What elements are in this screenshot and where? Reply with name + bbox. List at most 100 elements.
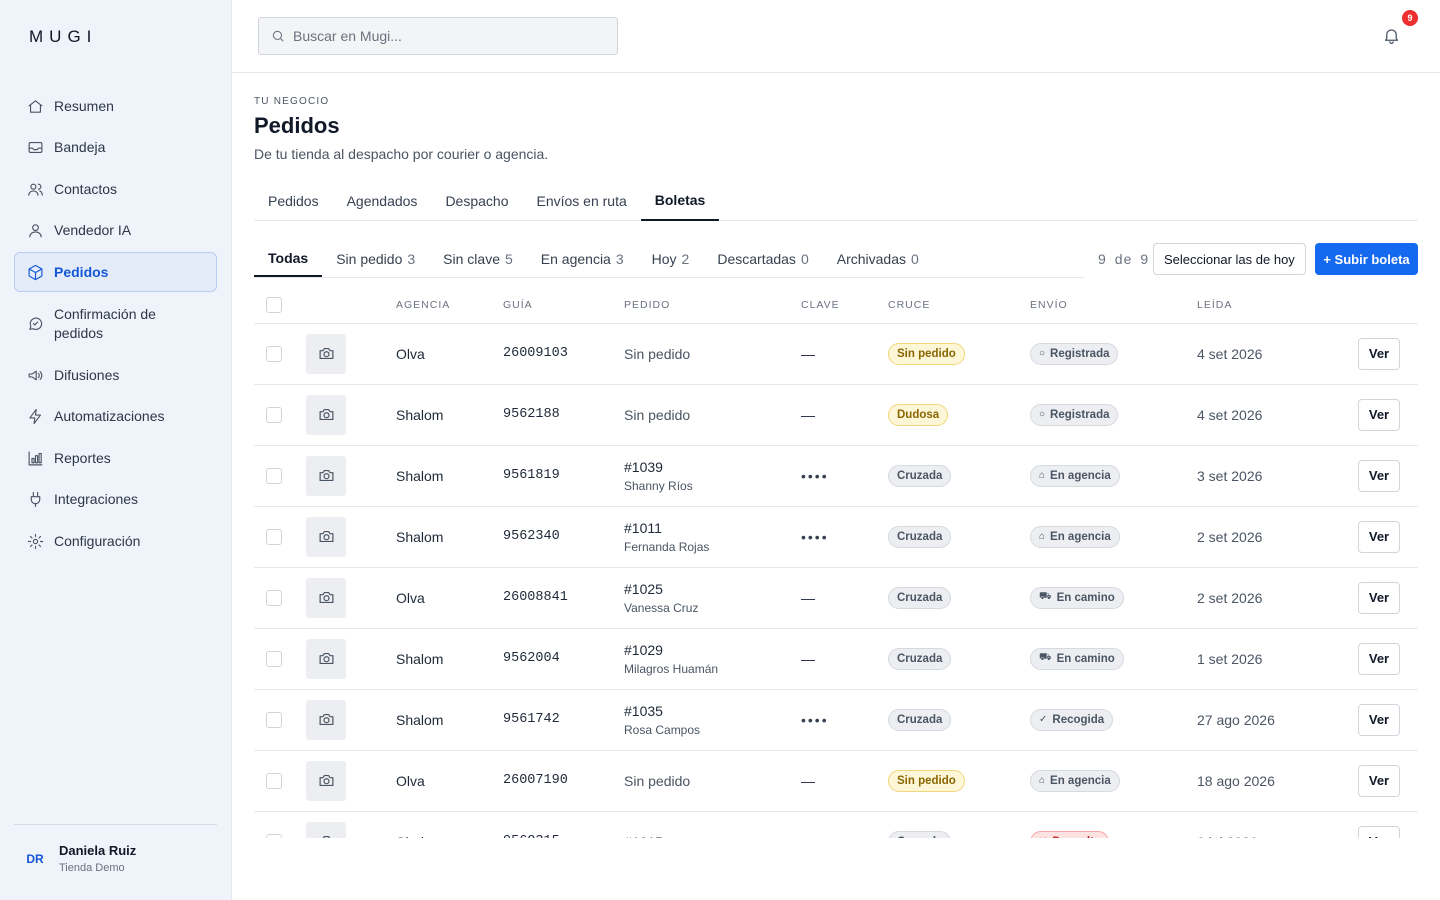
tab-boletas[interactable]: Boletas bbox=[640, 181, 720, 221]
sidebar-item-integraciones[interactable]: Integraciones bbox=[14, 480, 217, 520]
row-thumb-cell bbox=[306, 689, 396, 751]
bolt-icon bbox=[26, 408, 44, 426]
sidebar-item-pedidos[interactable]: Pedidos bbox=[14, 252, 217, 292]
tab-despacho[interactable]: Despacho bbox=[431, 181, 522, 221]
app-logo[interactable]: MUGI bbox=[29, 27, 97, 47]
shipping-badge: ⛟ En camino bbox=[1030, 586, 1124, 609]
row-checkbox[interactable] bbox=[266, 712, 282, 729]
agency-cell: Shalom bbox=[396, 384, 503, 446]
user-profile[interactable]: DR Daniela Ruiz Tienda Demo bbox=[14, 824, 217, 874]
view-button[interactable]: Ver bbox=[1358, 825, 1400, 838]
row-checkbox[interactable] bbox=[266, 651, 282, 668]
receipt-thumbnail[interactable] bbox=[306, 516, 346, 557]
receipt-thumbnail[interactable] bbox=[306, 577, 346, 618]
view-button[interactable]: Ver bbox=[1358, 642, 1400, 675]
receipt-thumbnail[interactable] bbox=[306, 699, 346, 740]
receipt-thumbnail[interactable] bbox=[306, 455, 346, 496]
receipt-thumbnail[interactable] bbox=[306, 333, 346, 374]
topbar: 9 bbox=[232, 0, 1440, 73]
row-checkbox[interactable] bbox=[266, 773, 282, 790]
shipping-status-icon: ○ bbox=[1039, 348, 1046, 359]
inbox-icon bbox=[26, 139, 44, 157]
row-checkbox[interactable] bbox=[266, 590, 282, 607]
sidebar-item-label: Pedidos bbox=[54, 263, 109, 280]
match-badge: Cruzada bbox=[888, 647, 952, 670]
row-checkbox[interactable] bbox=[266, 834, 282, 838]
sidebar-item-reportes[interactable]: Reportes bbox=[14, 438, 217, 478]
view-button[interactable]: Ver bbox=[1358, 764, 1400, 797]
filter-tab[interactable]: Sin pedido 3 bbox=[322, 241, 429, 277]
sidebar-item-difusiones[interactable]: Difusiones bbox=[14, 355, 217, 395]
row-select-cell bbox=[254, 445, 306, 507]
row-checkbox[interactable] bbox=[266, 529, 282, 546]
select-today-button[interactable]: Seleccionar las de hoy bbox=[1153, 243, 1306, 275]
box-icon bbox=[26, 263, 44, 281]
select-all-checkbox[interactable] bbox=[266, 296, 282, 313]
column-header-actions bbox=[1340, 287, 1418, 324]
sidebar-item-configuracion[interactable]: Configuración bbox=[14, 521, 217, 561]
filter-label: Descartadas bbox=[717, 251, 796, 267]
row-checkbox[interactable] bbox=[266, 407, 282, 424]
sidebar-item-vendedor-ia[interactable]: Vendedor IA bbox=[14, 211, 217, 251]
shipping-status-icon: ○ bbox=[1039, 409, 1046, 420]
shipping-status-label: En agencia bbox=[1050, 774, 1111, 787]
notifications-button[interactable] bbox=[1382, 26, 1402, 46]
sidebar-item-contactos[interactable]: Contactos bbox=[14, 169, 217, 209]
tab-env-os-en-ruta[interactable]: Envíos en ruta bbox=[522, 181, 640, 221]
order-cell: Sin pedido bbox=[624, 750, 801, 812]
shipping-badge: ○ Registrada bbox=[1030, 403, 1119, 426]
view-button[interactable]: Ver bbox=[1358, 459, 1400, 492]
sidebar-item-automatizaciones[interactable]: Automatizaciones bbox=[14, 397, 217, 437]
view-button[interactable]: Ver bbox=[1358, 520, 1400, 553]
filter-tab[interactable]: Sin clave 5 bbox=[429, 241, 527, 277]
view-button[interactable]: Ver bbox=[1358, 398, 1400, 431]
view-button[interactable]: Ver bbox=[1358, 581, 1400, 614]
upload-receipt-button[interactable]: + Subir boleta bbox=[1315, 243, 1418, 275]
sidebar-item-bandeja[interactable]: Bandeja bbox=[14, 128, 217, 168]
order-number[interactable]: #1029 bbox=[624, 642, 801, 658]
shipping-status-label: Registrada bbox=[1050, 408, 1110, 421]
page-subtitle: De tu tienda al despacho por courier o a… bbox=[254, 146, 549, 162]
receipt-thumbnail[interactable] bbox=[306, 760, 346, 801]
search-input[interactable] bbox=[293, 28, 593, 44]
camera-icon bbox=[319, 713, 333, 726]
tab-pedidos[interactable]: Pedidos bbox=[254, 181, 333, 221]
column-header: LEÍDA bbox=[1197, 287, 1340, 324]
filter-tab[interactable]: Archivadas 0 bbox=[823, 241, 933, 277]
order-number[interactable]: #1025 bbox=[624, 581, 801, 597]
camera-icon bbox=[319, 408, 333, 421]
shipping-badge: ⌂ En agencia bbox=[1030, 464, 1120, 487]
order-number[interactable]: #1039 bbox=[624, 459, 801, 475]
receipt-thumbnail[interactable] bbox=[306, 821, 346, 838]
filter-tab[interactable]: Todas bbox=[254, 241, 323, 277]
filter-tab[interactable]: Hoy 2 bbox=[638, 241, 704, 277]
row-action-cell: Ver bbox=[1340, 384, 1418, 446]
order-number[interactable]: #1035 bbox=[624, 703, 801, 719]
receipt-thumbnail[interactable] bbox=[306, 394, 346, 435]
order-status: Sin pedido bbox=[624, 406, 691, 423]
sidebar-item-resumen[interactable]: Resumen bbox=[14, 86, 217, 126]
customer-name: Rosa Campos bbox=[624, 722, 701, 737]
filter-count: 3 bbox=[407, 251, 416, 267]
order-number[interactable]: #1015 bbox=[624, 834, 801, 839]
filter-tab[interactable]: En agencia 3 bbox=[527, 241, 638, 277]
sidebar-item-confirmacion-de-pedidos[interactable]: Confirmación de pedidos bbox=[14, 294, 217, 354]
column-header: CRUCE bbox=[888, 287, 1030, 324]
main-area: 9 TU NEGOCIO Pedidos De tu tienda al des… bbox=[232, 0, 1440, 900]
tab-agendados[interactable]: Agendados bbox=[333, 181, 432, 221]
section-tabs: Pedidos Agendados Despacho Envíos en ruta Bo… bbox=[254, 181, 1418, 221]
guide-cell: 9562004 bbox=[503, 628, 624, 690]
row-checkbox[interactable] bbox=[266, 468, 282, 485]
search-box[interactable] bbox=[258, 17, 618, 55]
row-checkbox[interactable] bbox=[266, 346, 282, 363]
order-number[interactable]: #1011 bbox=[624, 520, 801, 536]
view-button[interactable]: Ver bbox=[1358, 337, 1400, 370]
receipt-thumbnail[interactable] bbox=[306, 638, 346, 679]
filter-tab[interactable]: Descartadas 0 bbox=[703, 241, 822, 277]
view-button[interactable]: Ver bbox=[1358, 703, 1400, 736]
read-date-cell: 27 ago 2026 bbox=[1197, 689, 1340, 751]
shipping-status-label: En agencia bbox=[1050, 530, 1111, 543]
filter-label: En agencia bbox=[540, 251, 611, 267]
filter-tabs: Todas Sin pedido 3 Sin clave 5 En agencia 3 Hoy… bbox=[254, 241, 1084, 278]
row-thumb-cell bbox=[306, 445, 396, 507]
